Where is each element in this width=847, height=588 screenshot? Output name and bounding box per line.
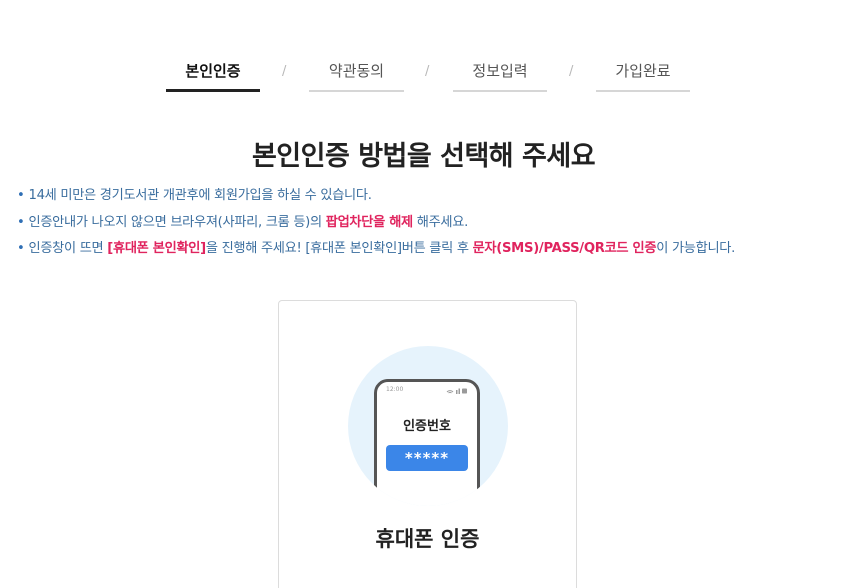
phone-verification-card[interactable]: 12:00 인증번호 ***** 휴대폰 인증 bbox=[278, 300, 577, 588]
step-label: 본인인증 bbox=[185, 62, 241, 80]
notice-text: 인증안내가 나오지 않으면 브라우져(사파리, 크롬 등)의 bbox=[28, 214, 326, 230]
page-title: 본인인증 방법을 선택해 주세요 bbox=[251, 141, 596, 172]
notice-item-age: • 14세 미만은 경기도서관 개관후에 회원가입을 하실 수 있습니다. bbox=[17, 183, 843, 210]
notice-highlight: 팝업차단을 해제 bbox=[325, 214, 413, 230]
step-label: 약관동의 bbox=[328, 62, 385, 80]
phone-illustration-circle: 12:00 인증번호 ***** bbox=[348, 346, 508, 506]
status-icons bbox=[446, 388, 467, 394]
status-time: 12:00 bbox=[386, 386, 404, 393]
signup-page: 본인인증 / 약관동의 / 정보입력 / 가입완료 본인인증 방법을 선택해 주… bbox=[0, 0, 847, 588]
step-information-input[interactable]: 정보입력 bbox=[453, 52, 547, 92]
step-signup-complete[interactable]: 가입완료 bbox=[596, 52, 690, 92]
notice-text: 해주세요. bbox=[412, 214, 469, 230]
pin-code-box: ***** bbox=[386, 445, 468, 471]
notice-text: 14세 미만은 경기도서관 개관후에 회원가입을 하실 수 있습니다. bbox=[28, 188, 372, 203]
verification-code-label: 인증번호 bbox=[403, 419, 451, 434]
bullet-icon: • bbox=[17, 188, 25, 203]
step-identity-verification[interactable]: 본인인증 bbox=[166, 52, 260, 92]
notice-highlight: 문자(SMS)/PASS/QR코드 인증 bbox=[472, 241, 657, 256]
notice-text: 을 진행해 주세요! [휴대폰 본인확인]버튼 클릭 후 bbox=[205, 241, 473, 256]
step-separator: / bbox=[282, 64, 287, 79]
notice-text: 이 가능합니다. bbox=[656, 241, 735, 256]
bullet-icon: • bbox=[17, 214, 25, 230]
step-separator: / bbox=[425, 64, 430, 79]
step-label: 정보입력 bbox=[472, 62, 528, 80]
notice-list: • 14세 미만은 경기도서관 개관후에 회원가입을 하실 수 있습니다. • 인증… bbox=[17, 183, 843, 263]
card-title: 휴대폰 인증 bbox=[375, 527, 480, 551]
notice-highlight: [휴대폰 본인확인] bbox=[107, 241, 206, 256]
phone-status-bar: 12:00 bbox=[386, 386, 468, 395]
bullet-icon: • bbox=[17, 241, 25, 256]
smartphone-icon: 12:00 인증번호 ***** bbox=[374, 379, 480, 506]
step-label: 가입완료 bbox=[615, 62, 671, 80]
signup-steps: 본인인증 / 약관동의 / 정보입력 / 가입완료 bbox=[0, 52, 847, 94]
step-terms-agreement[interactable]: 약관동의 bbox=[309, 52, 404, 92]
step-separator: / bbox=[569, 64, 574, 79]
notice-item-popup: • 인증안내가 나오지 않으면 브라우져(사파리, 크롬 등)의 팝업차단을 해제… bbox=[17, 210, 843, 237]
notice-text: 인증창이 뜨면 bbox=[28, 241, 108, 256]
notice-item-verification: • 인증창이 뜨면 [휴대폰 본인확인]을 진행해 주세요! [휴대폰 본인확인]… bbox=[17, 236, 843, 263]
